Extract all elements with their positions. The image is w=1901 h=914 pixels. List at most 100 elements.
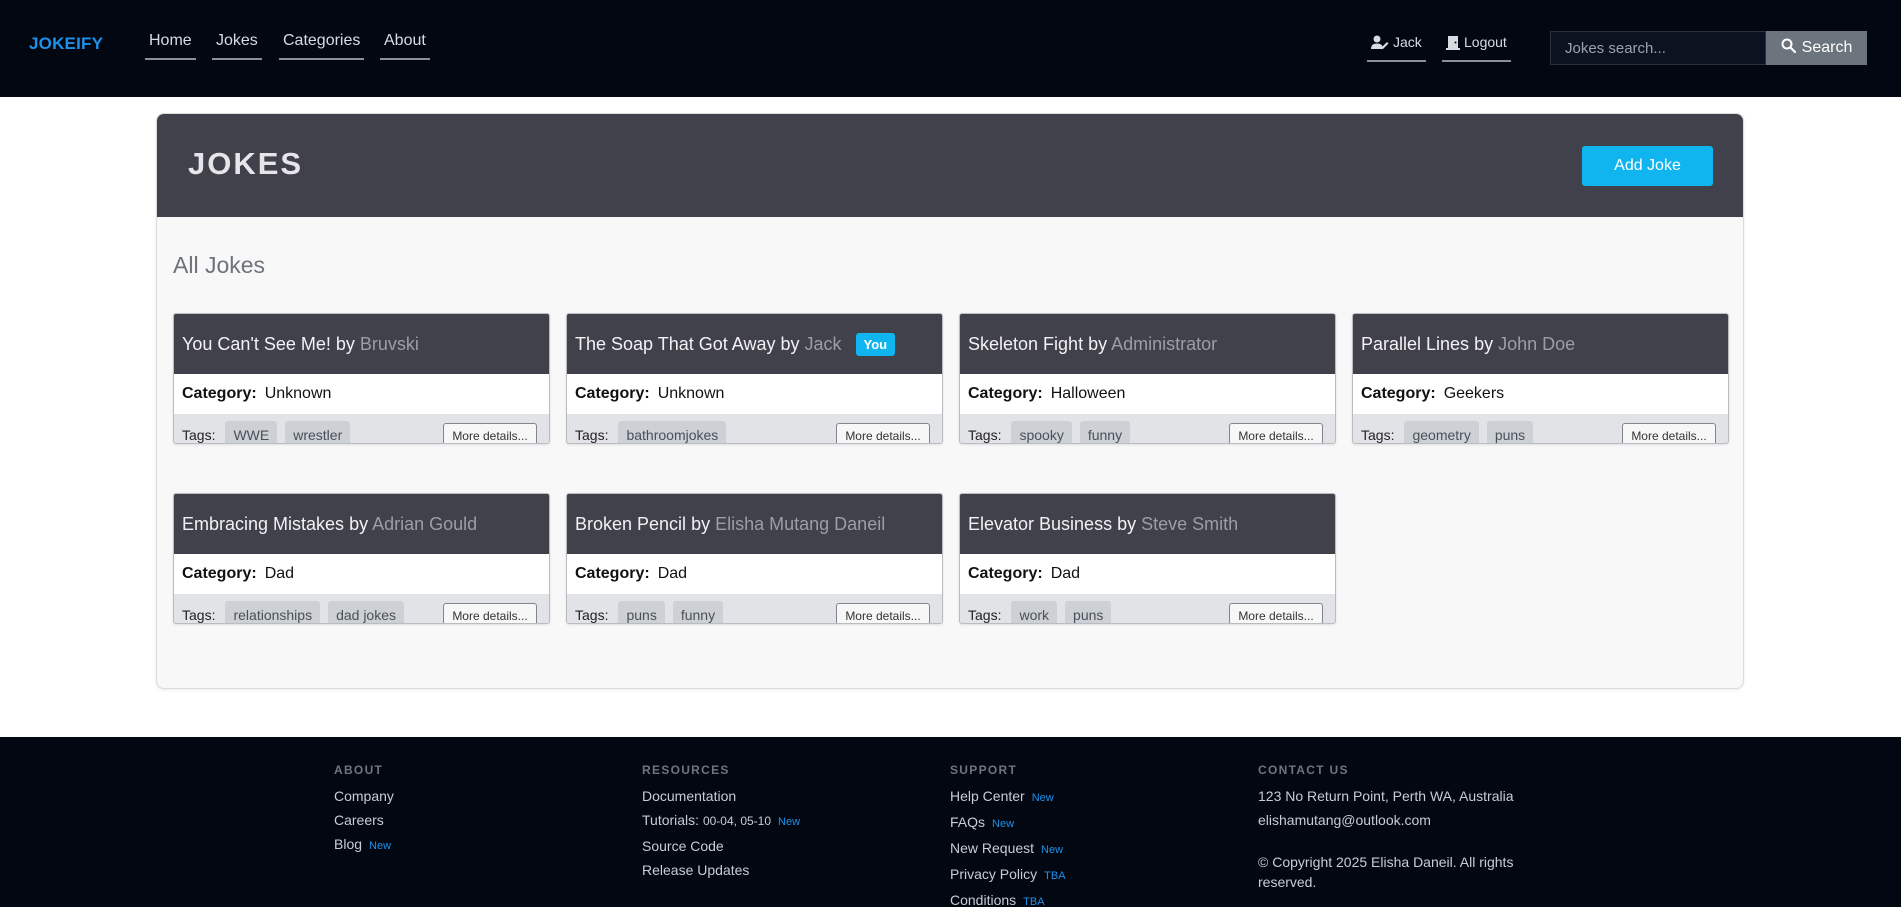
joke-title: Elevator Business by Steve Smith	[968, 514, 1238, 535]
footer-heading: RESOURCES	[642, 763, 730, 777]
brand-logo[interactable]: JOKEIFY	[29, 34, 103, 54]
joke-category-row: Category: Dad	[174, 554, 549, 594]
footer-link-label: New Request	[950, 840, 1035, 856]
tag-chip[interactable]: bathroomjokes	[618, 420, 727, 443]
add-joke-button[interactable]: Add Joke	[1582, 146, 1713, 186]
joke-author: Steve Smith	[1141, 513, 1239, 534]
footer-link-support[interactable]: Conditions TBA	[950, 888, 1066, 914]
tag-chip[interactable]: WWE	[225, 420, 278, 443]
logout-link[interactable]: Logout	[1442, 34, 1511, 62]
tag-chip[interactable]: relationships	[225, 600, 321, 623]
status-badge: New	[992, 818, 1015, 830]
tag-chip[interactable]: puns	[1486, 420, 1534, 443]
tags-label: Tags:	[968, 426, 1002, 443]
more-details-button[interactable]: More details...	[1622, 423, 1716, 443]
footer-link-source-code[interactable]: Source Code	[642, 834, 800, 858]
footer-link-label: FAQs	[950, 814, 986, 830]
footer-link-support[interactable]: Help Center New	[950, 784, 1066, 810]
category-value: Geekers	[1443, 385, 1505, 402]
category-label: Category:	[575, 385, 650, 402]
more-details-button[interactable]: More details...	[1229, 603, 1323, 623]
contact-email[interactable]: elishamutang@outlook.com	[1258, 808, 1548, 832]
joke-category-row: Category: Halloween	[960, 374, 1335, 414]
user-edit-icon	[1371, 34, 1389, 53]
jokes-header: JOKES Add Joke	[157, 114, 1743, 217]
joke-title-text: The Soap That Got Away	[575, 333, 776, 354]
tags-label: Tags:	[575, 606, 609, 623]
joke-tags-row: Tags: puns funny More details...	[567, 599, 942, 623]
tag-chip[interactable]: dad jokes	[328, 600, 405, 623]
footer-link-documentation[interactable]: Documentation	[642, 784, 800, 808]
joke-title-text: Parallel Lines	[1361, 333, 1470, 354]
category-value: Unknown	[657, 385, 725, 402]
footer-resources: RESOURCES Documentation Tutorials: 00-04…	[642, 763, 800, 882]
new-badge: New	[778, 816, 801, 828]
tag-chip[interactable]: puns	[618, 600, 665, 623]
nav-link-categories[interactable]: Categories	[279, 32, 365, 60]
footer-contact: CONTACT US 123 No Return Point, Perth WA…	[1258, 763, 1548, 892]
joke-tags-row: Tags: work puns More details...	[960, 599, 1335, 623]
tags-label: Tags:	[575, 426, 609, 443]
joke-title: The Soap That Got Away by Jack	[575, 334, 842, 355]
joke-category-row: Category: Unknown	[567, 374, 942, 414]
joke-author: Elisha Mutang Daneil	[715, 513, 886, 534]
footer-link-label: Privacy Policy	[950, 866, 1038, 882]
joke-category-row: Category: Dad	[960, 554, 1335, 594]
footer-link-blog[interactable]: Blog New	[334, 832, 394, 858]
nav-link-about[interactable]: About	[380, 32, 430, 60]
tag-chip[interactable]: funny	[672, 600, 724, 623]
tag-chip[interactable]: funny	[1079, 420, 1131, 443]
more-details-button[interactable]: More details...	[443, 423, 537, 443]
user-profile-link[interactable]: Jack	[1367, 34, 1426, 62]
more-details-button[interactable]: More details...	[836, 423, 930, 443]
status-badge: TBA	[1044, 870, 1066, 882]
navbar: JOKEIFY Home Jokes Categories About Jack…	[0, 0, 1901, 97]
joke-by-word: by	[1474, 333, 1494, 354]
footer-link-release-updates[interactable]: Release Updates	[642, 858, 800, 882]
tag-chip[interactable]: work	[1011, 600, 1058, 623]
joke-title: Embracing Mistakes by Adrian Gould	[182, 514, 477, 535]
category-value: Dad	[1050, 565, 1081, 582]
joke-card: Elevator Business by Steve Smith Category…	[959, 493, 1336, 624]
joke-by-word: by	[1088, 333, 1108, 354]
nav-link-home[interactable]: Home	[145, 32, 196, 60]
joke-card-header: Broken Pencil by Elisha Mutang Daneil	[567, 494, 942, 554]
joke-card-header: The Soap That Got Away by Jack You	[567, 314, 942, 374]
tutorials-dates: 00-04, 05-10	[702, 814, 772, 828]
joke-title-text: Embracing Mistakes	[182, 513, 345, 534]
tags-label: Tags:	[1361, 426, 1395, 443]
footer-link-label: Conditions	[950, 892, 1017, 908]
footer-support: SUPPORT Help Center New FAQs New New Request…	[950, 763, 1066, 914]
footer-link-company[interactable]: Company	[334, 784, 394, 808]
footer-link-support[interactable]: Privacy Policy TBA	[950, 862, 1066, 888]
category-label: Category:	[182, 385, 257, 402]
more-details-button[interactable]: More details...	[443, 603, 537, 623]
tag-chip[interactable]: spooky	[1011, 420, 1072, 443]
footer-link-support[interactable]: FAQs New	[950, 810, 1066, 836]
more-details-button[interactable]: More details...	[1229, 423, 1323, 443]
footer-link-tutorials[interactable]: Tutorials: 00-04, 05-10 New	[642, 808, 800, 834]
joke-card: You Can't See Me! by Bruvski Category: Unk…	[173, 313, 550, 444]
footer-heading: SUPPORT	[950, 763, 1018, 777]
jokes-search-input[interactable]	[1550, 31, 1766, 65]
tag-chip[interactable]: wrestler	[285, 420, 351, 443]
joke-card-header: Parallel Lines by John Doe	[1353, 314, 1728, 374]
category-label: Category:	[1361, 385, 1436, 402]
tags-label: Tags:	[182, 606, 216, 623]
joke-title: Broken Pencil by Elisha Mutang Daneil	[575, 514, 885, 535]
search-icon	[1781, 38, 1796, 58]
category-value: Halloween	[1050, 385, 1126, 402]
search-button[interactable]: Search	[1766, 31, 1867, 65]
joke-card: Broken Pencil by Elisha Mutang Daneil Cat…	[566, 493, 943, 624]
tag-chip[interactable]: puns	[1065, 600, 1112, 623]
joke-category-row: Category: Geekers	[1353, 374, 1728, 414]
footer-link-label: Tutorials:	[642, 812, 700, 828]
more-details-button[interactable]: More details...	[836, 603, 930, 623]
footer-link-careers[interactable]: Careers	[334, 808, 394, 832]
footer-link-support[interactable]: New Request New	[950, 836, 1066, 862]
nav-link-jokes[interactable]: Jokes	[212, 32, 262, 60]
joke-category-row: Category: Unknown	[174, 374, 549, 414]
category-label: Category:	[182, 565, 257, 582]
tag-chip[interactable]: geometry	[1404, 420, 1479, 443]
category-value: Dad	[264, 565, 295, 582]
